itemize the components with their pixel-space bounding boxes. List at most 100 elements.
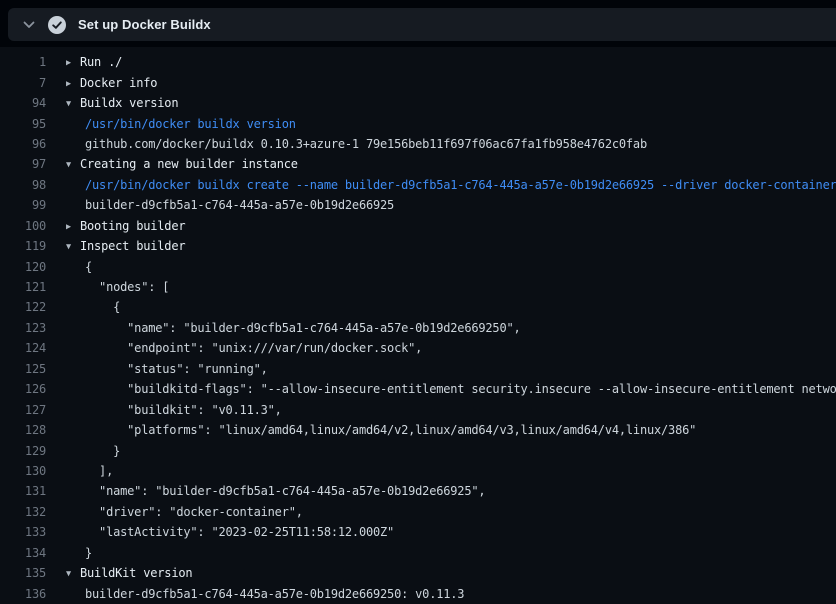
- group-title: BuildKit version: [80, 566, 192, 580]
- output-line-content: }: [66, 444, 836, 458]
- log-line[interactable]: 7 ▶Docker info: [0, 72, 836, 92]
- triangle-down-icon[interactable]: ▼: [66, 99, 80, 109]
- group-line-content: ▼Creating a new builder instance: [66, 157, 836, 171]
- line-number[interactable]: 121: [0, 280, 46, 294]
- line-number[interactable]: 130: [0, 464, 46, 478]
- log-line: 132 "driver": "docker-container",: [0, 502, 836, 522]
- line-number[interactable]: 135: [0, 566, 46, 580]
- log-line[interactable]: 1 ▶Run ./: [0, 52, 836, 72]
- group-line-content: ▶Booting builder: [66, 219, 836, 233]
- chevron-down-icon[interactable]: [22, 18, 36, 32]
- line-number[interactable]: 128: [0, 423, 46, 437]
- triangle-down-icon[interactable]: ▼: [66, 160, 80, 170]
- line-number[interactable]: 127: [0, 403, 46, 417]
- line-number[interactable]: 96: [0, 137, 46, 151]
- triangle-right-icon[interactable]: ▶: [66, 222, 80, 232]
- log-line: 126 "buildkitd-flags": "--allow-insecure…: [0, 379, 836, 399]
- output-line-content: "platforms": "linux/amd64,linux/amd64/v2…: [66, 423, 836, 437]
- line-number[interactable]: 133: [0, 525, 46, 539]
- line-number[interactable]: 97: [0, 157, 46, 171]
- output-line-content: "name": "builder-d9cfb5a1-c764-445a-a57e…: [66, 484, 836, 498]
- log-line: 130 ],: [0, 461, 836, 481]
- log-line: 98/usr/bin/docker buildx create --name b…: [0, 175, 836, 195]
- output-line-content: {: [66, 300, 836, 314]
- output-line-content: github.com/docker/buildx 0.10.3+azure-1 …: [66, 137, 836, 151]
- log-line: 128 "platforms": "linux/amd64,linux/amd6…: [0, 420, 836, 440]
- group-title: Booting builder: [80, 219, 185, 233]
- log-line: 95/usr/bin/docker buildx version: [0, 113, 836, 133]
- output-line-content: "endpoint": "unix:///var/run/docker.sock…: [66, 341, 836, 355]
- group-line-content: ▼Buildx version: [66, 96, 836, 110]
- group-title: Docker info: [80, 76, 157, 90]
- line-number[interactable]: 95: [0, 117, 46, 131]
- group-line-content: ▼BuildKit version: [66, 566, 836, 580]
- group-line-content: ▼Inspect builder: [66, 239, 836, 253]
- triangle-down-icon[interactable]: ▼: [66, 569, 80, 579]
- group-title: Run ./: [80, 55, 122, 69]
- log-line: 124 "endpoint": "unix:///var/run/docker.…: [0, 338, 836, 358]
- log-line: 133 "lastActivity": "2023-02-25T11:58:12…: [0, 522, 836, 542]
- line-number[interactable]: 99: [0, 198, 46, 212]
- log-line: 127 "buildkit": "v0.11.3",: [0, 399, 836, 419]
- output-line-content: "nodes": [: [66, 280, 836, 294]
- line-number[interactable]: 125: [0, 362, 46, 376]
- line-number[interactable]: 132: [0, 505, 46, 519]
- check-circle-icon: [48, 16, 66, 34]
- triangle-right-icon[interactable]: ▶: [66, 58, 80, 68]
- line-number[interactable]: 124: [0, 341, 46, 355]
- line-number[interactable]: 134: [0, 546, 46, 560]
- output-line-content: {: [66, 260, 836, 274]
- output-line-content: "name": "builder-d9cfb5a1-c764-445a-a57e…: [66, 321, 836, 335]
- line-number[interactable]: 123: [0, 321, 46, 335]
- group-line-content: ▶Run ./: [66, 55, 836, 69]
- line-number[interactable]: 131: [0, 484, 46, 498]
- command-line-content: /usr/bin/docker buildx version: [66, 117, 836, 131]
- step-header[interactable]: Set up Docker Buildx: [8, 8, 836, 41]
- log-line: 136 builder-d9cfb5a1-c764-445a-a57e-0b19d…: [0, 583, 836, 603]
- group-title: Creating a new builder instance: [80, 157, 298, 171]
- log-line: 125 "status": "running",: [0, 359, 836, 379]
- log-lines: 1▶Run ./7▶Docker info94▼Buildx version95…: [0, 47, 836, 604]
- log-line: 120 {: [0, 256, 836, 276]
- group-title: Buildx version: [80, 96, 178, 110]
- line-number[interactable]: 122: [0, 300, 46, 314]
- output-line-content: }: [66, 546, 836, 560]
- line-number[interactable]: 119: [0, 239, 46, 253]
- log-line[interactable]: 119 ▼Inspect builder: [0, 236, 836, 256]
- output-line-content: "lastActivity": "2023-02-25T11:58:12.000…: [66, 525, 836, 539]
- log-line: 96 github.com/docker/buildx 0.10.3+azure-…: [0, 134, 836, 154]
- line-number[interactable]: 98: [0, 178, 46, 192]
- log-line[interactable]: 100 ▶Booting builder: [0, 216, 836, 236]
- output-line-content: ],: [66, 464, 836, 478]
- log-line: 99 builder-d9cfb5a1-c764-445a-a57e-0b19d2…: [0, 195, 836, 215]
- step-title: Set up Docker Buildx: [78, 17, 211, 32]
- line-number[interactable]: 94: [0, 96, 46, 110]
- output-line-content: "buildkitd-flags": "--allow-insecure-ent…: [66, 382, 836, 396]
- log-line[interactable]: 97 ▼Creating a new builder instance: [0, 154, 836, 174]
- line-number[interactable]: 136: [0, 587, 46, 601]
- command-line-content: /usr/bin/docker buildx create --name bui…: [66, 178, 836, 192]
- line-number[interactable]: 126: [0, 382, 46, 396]
- line-number[interactable]: 120: [0, 260, 46, 274]
- log-line: 134}: [0, 543, 836, 563]
- log-line: 121 "nodes": [: [0, 277, 836, 297]
- log-line: 129 }: [0, 440, 836, 460]
- triangle-right-icon[interactable]: ▶: [66, 79, 80, 89]
- group-title: Inspect builder: [80, 239, 185, 253]
- output-line-content: "status": "running",: [66, 362, 836, 376]
- output-line-content: "buildkit": "v0.11.3",: [66, 403, 836, 417]
- line-number[interactable]: 1: [0, 55, 46, 69]
- output-line-content: builder-d9cfb5a1-c764-445a-a57e-0b19d2e6…: [66, 198, 836, 212]
- output-line-content: builder-d9cfb5a1-c764-445a-a57e-0b19d2e6…: [66, 587, 836, 601]
- log-line[interactable]: 135 ▼BuildKit version: [0, 563, 836, 583]
- line-number[interactable]: 7: [0, 76, 46, 90]
- line-number[interactable]: 129: [0, 444, 46, 458]
- log-line: 122 {: [0, 297, 836, 317]
- output-line-content: "driver": "docker-container",: [66, 505, 836, 519]
- log-line: 131 "name": "builder-d9cfb5a1-c764-445a-…: [0, 481, 836, 501]
- triangle-down-icon[interactable]: ▼: [66, 242, 80, 252]
- log-line: 123 "name": "builder-d9cfb5a1-c764-445a-…: [0, 318, 836, 338]
- group-line-content: ▶Docker info: [66, 76, 836, 90]
- line-number[interactable]: 100: [0, 219, 46, 233]
- log-line[interactable]: 94 ▼Buildx version: [0, 93, 836, 113]
